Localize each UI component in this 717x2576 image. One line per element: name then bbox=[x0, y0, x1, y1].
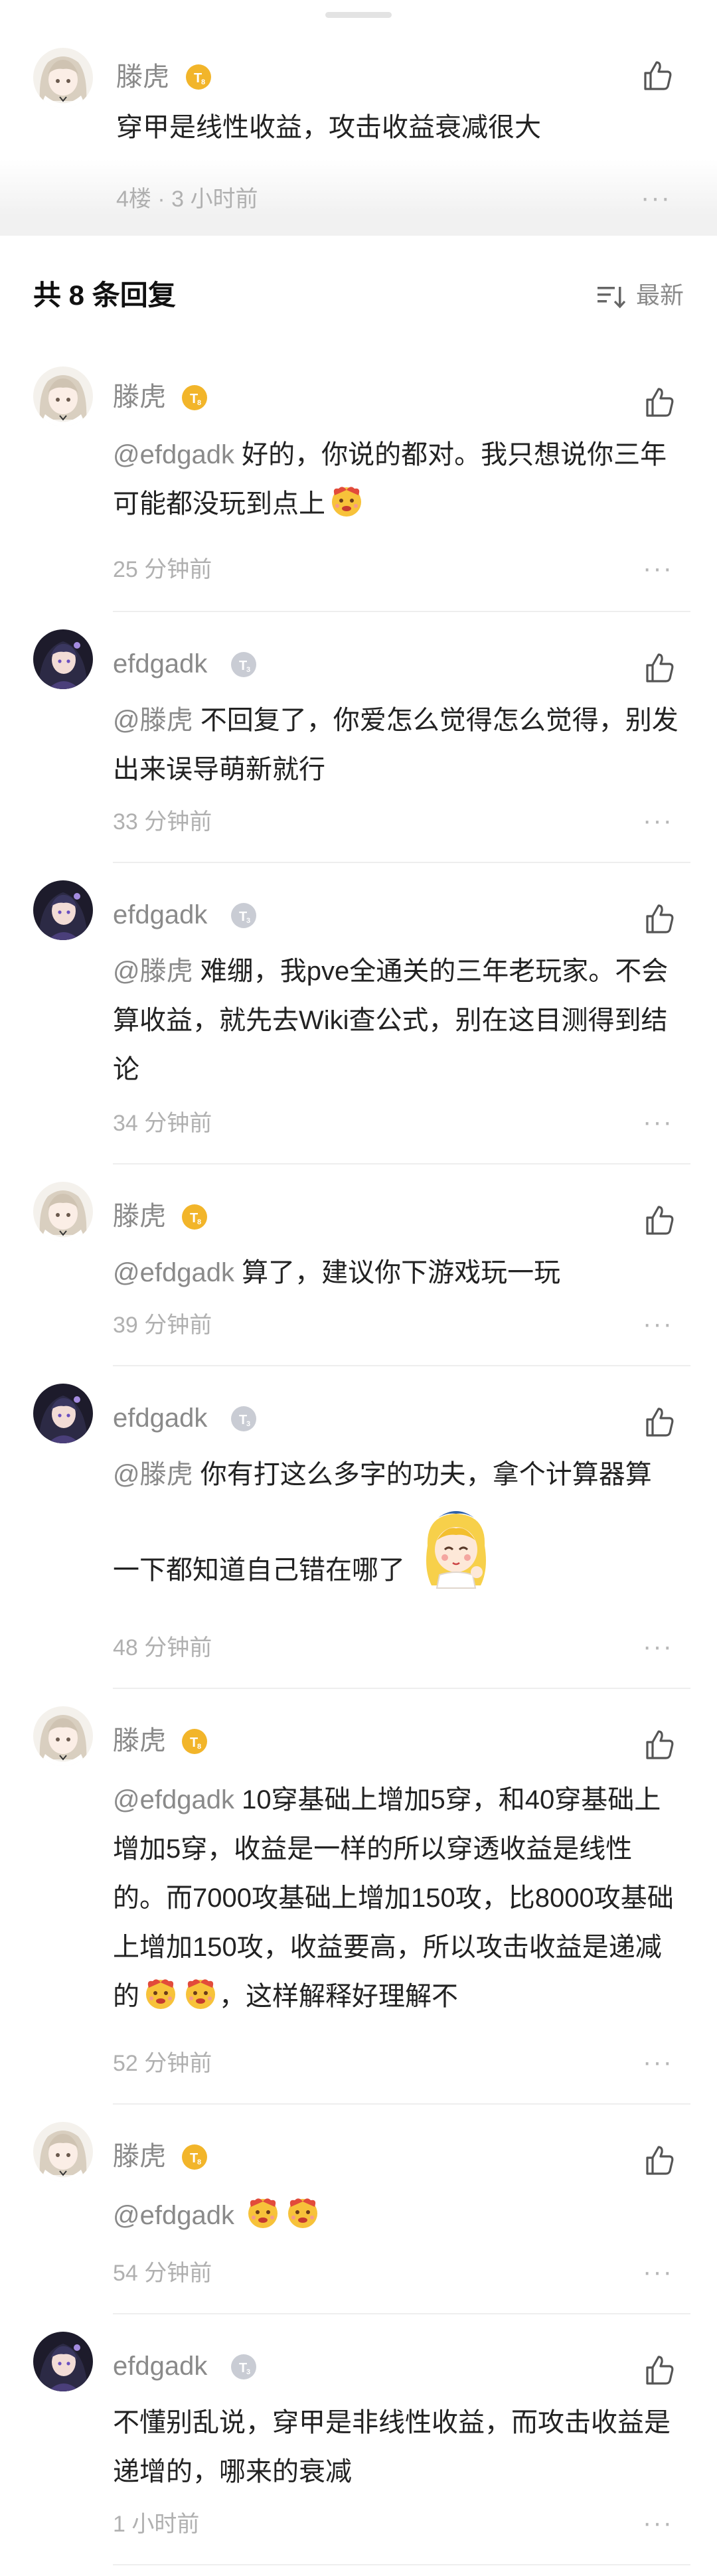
author-name[interactable]: 滕虎 bbox=[116, 61, 169, 93]
level-badge-icon bbox=[181, 2143, 208, 2171]
divider bbox=[113, 862, 690, 863]
more-options-icon[interactable]: ··· bbox=[643, 2259, 673, 2285]
author-name[interactable]: 滕虎 bbox=[113, 381, 166, 413]
sticker-image bbox=[420, 1506, 493, 1592]
avatar[interactable] bbox=[33, 1182, 93, 1242]
mention-link[interactable]: @滕虎 bbox=[113, 1460, 193, 1489]
avatar[interactable] bbox=[33, 880, 93, 940]
avatar[interactable] bbox=[33, 1384, 93, 1443]
sort-label: 最新 bbox=[636, 282, 684, 309]
reply-time: 1 小时前 bbox=[113, 2512, 200, 2537]
avatar[interactable] bbox=[33, 2122, 93, 2182]
author-name[interactable]: 滕虎 bbox=[113, 2140, 166, 2172]
reply-time: 25 分钟前 bbox=[113, 557, 212, 582]
divider bbox=[113, 1688, 690, 1689]
emoji-icon bbox=[328, 482, 365, 519]
divider bbox=[113, 1365, 690, 1366]
more-options-icon[interactable]: ··· bbox=[643, 2049, 673, 2075]
mention-link[interactable]: @efdgadk bbox=[113, 1785, 234, 1814]
avatar[interactable] bbox=[33, 1706, 93, 1766]
reply-text: @efdgadk 算了，建议你下游戏玩一玩 bbox=[113, 1258, 561, 1287]
mention-link[interactable]: @滕虎 bbox=[113, 706, 193, 735]
author-name[interactable]: 滕虎 bbox=[113, 1725, 166, 1757]
level-badge-icon bbox=[230, 902, 258, 929]
level-badge-icon bbox=[181, 1728, 208, 1755]
replies-count: 共 8 条回复 bbox=[33, 280, 176, 311]
author-name[interactable]: efdgadk bbox=[113, 648, 207, 680]
reply-text: @efdgadk 好的，你说的都对。我只想说你三年可能都没玩到点上 bbox=[113, 440, 667, 519]
more-options-icon[interactable]: ··· bbox=[643, 555, 673, 582]
level-badge-icon bbox=[230, 2353, 258, 2381]
sort-button[interactable]: 最新 bbox=[596, 278, 689, 313]
emoji-icon bbox=[182, 1974, 219, 2012]
mention-link[interactable]: @滕虎 bbox=[113, 957, 193, 986]
more-options-icon[interactable]: ··· bbox=[643, 2510, 673, 2536]
mention-link[interactable]: @efdgadk bbox=[113, 440, 234, 469]
like-icon[interactable] bbox=[639, 57, 676, 94]
drag-handle[interactable] bbox=[325, 12, 392, 18]
author-name[interactable]: efdgadk bbox=[113, 899, 207, 931]
emoji-icon bbox=[244, 2194, 281, 2231]
divider bbox=[113, 1163, 690, 1165]
like-icon[interactable] bbox=[641, 2352, 678, 2389]
author-name[interactable]: 滕虎 bbox=[113, 1200, 166, 1232]
sort-icon bbox=[596, 282, 625, 311]
reply-time: 54 分钟前 bbox=[113, 2261, 212, 2286]
reply-text-continued: 一下都知道自己错在哪了 bbox=[113, 1506, 684, 1613]
level-badge-icon bbox=[230, 651, 258, 679]
section-separator bbox=[0, 216, 717, 236]
like-icon[interactable] bbox=[641, 1726, 678, 1763]
reply-time: 34 分钟前 bbox=[113, 1111, 212, 1136]
divider bbox=[113, 611, 690, 612]
more-options-icon[interactable]: ··· bbox=[643, 1311, 673, 1337]
avatar[interactable] bbox=[33, 2332, 93, 2391]
comment-text: 穿甲是线性收益，攻击收益衰减很大 bbox=[116, 113, 541, 142]
original-comment: 滕虎 穿甲是线性收益，攻击收益衰减很大 4楼 · 3 小时前 ··· bbox=[0, 0, 717, 216]
more-options-icon[interactable]: ··· bbox=[643, 1109, 673, 1135]
reply-text: @efdgadk bbox=[113, 2191, 684, 2240]
level-badge-icon bbox=[181, 1203, 208, 1231]
reply-time: 39 分钟前 bbox=[113, 1313, 212, 1338]
reply-text: @滕虎 你有打这么多字的功夫，拿个计算器算 bbox=[113, 1460, 652, 1489]
reply-text: @滕虎 难绷，我pve全通关的三年老玩家。不会算收益，就先去Wiki查公式，别在… bbox=[113, 957, 669, 1084]
author-name[interactable]: efdgadk bbox=[113, 2350, 207, 2382]
like-icon[interactable] bbox=[641, 2142, 678, 2179]
like-icon[interactable] bbox=[641, 649, 678, 686]
emoji-icon bbox=[142, 1974, 179, 2012]
level-badge-icon bbox=[185, 63, 212, 91]
author-name[interactable]: efdgadk bbox=[113, 1402, 207, 1434]
reply-time: 33 分钟前 bbox=[113, 809, 212, 835]
divider bbox=[113, 2564, 690, 2565]
divider bbox=[113, 2103, 690, 2105]
reply-text: @滕虎 不回复了，你爱怎么觉得怎么觉得，别发出来误导萌新就行 bbox=[113, 706, 678, 784]
like-icon[interactable] bbox=[641, 1202, 678, 1239]
more-options-icon[interactable]: ··· bbox=[643, 1633, 673, 1660]
level-badge-icon bbox=[181, 384, 208, 412]
like-icon[interactable] bbox=[641, 384, 678, 421]
comment-meta: 4楼 · 3 小时前 bbox=[116, 187, 258, 212]
avatar[interactable] bbox=[33, 366, 93, 426]
avatar[interactable] bbox=[33, 48, 93, 108]
reply-text: 不懂别乱说，穿甲是非线性收益，而攻击收益是递增的，哪来的衰减 bbox=[113, 2408, 671, 2486]
reply-time: 52 分钟前 bbox=[113, 2051, 212, 2076]
more-options-icon[interactable]: ··· bbox=[641, 185, 671, 211]
like-icon[interactable] bbox=[641, 900, 678, 937]
mention-link[interactable]: @efdgadk bbox=[113, 1258, 234, 1287]
avatar[interactable] bbox=[33, 629, 93, 689]
like-icon[interactable] bbox=[641, 1404, 678, 1441]
reply-time: 48 分钟前 bbox=[113, 1635, 212, 1660]
mention-link[interactable]: @efdgadk bbox=[113, 2201, 234, 2230]
reply-text: @efdgadk 10穿基础上增加5穿，和40穿基础上增加5穿，收益是一样的所以… bbox=[113, 1785, 674, 2012]
divider bbox=[113, 2313, 690, 2314]
level-badge-icon bbox=[230, 1405, 258, 1433]
emoji-icon bbox=[284, 2194, 321, 2231]
more-options-icon[interactable]: ··· bbox=[643, 807, 673, 834]
